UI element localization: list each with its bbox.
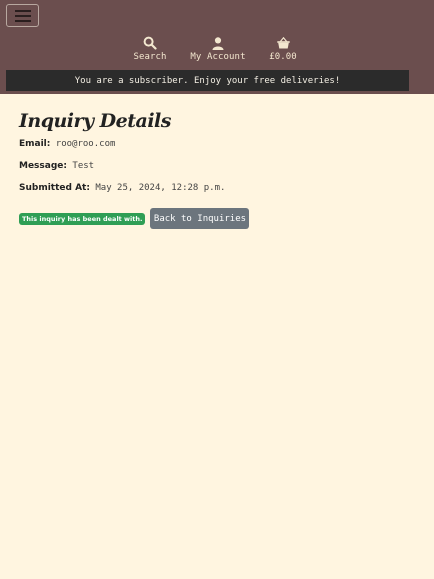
nav-account-link[interactable]: My Account (188, 36, 248, 62)
nav-bag-total: £0.00 (269, 52, 297, 62)
message-label: Message: (19, 161, 67, 171)
submitted-value: May 25, 2024, 12:28 p.m. (95, 183, 226, 193)
subscriber-banner-text: You are a subscriber. Enjoy your free de… (74, 75, 341, 86)
submitted-row: Submitted At: May 25, 2024, 12:28 p.m. (19, 182, 419, 194)
inquiry-details: Inquiry Details Email: roo@roo.com Messa… (19, 110, 419, 194)
inquiry-actions: This inquiry has been dealt with. Back t… (19, 208, 250, 229)
submitted-label: Submitted At: (19, 183, 90, 193)
nav-icons: Search My Account £0.00 (0, 36, 434, 66)
subscriber-banner: You are a subscriber. Enjoy your free de… (6, 70, 409, 91)
top-navbar: Search My Account £0.00 You are a subscr… (0, 0, 434, 94)
menu-icon-bar (14, 19, 31, 22)
nav-search-label: Search (133, 52, 167, 62)
user-icon (188, 36, 248, 50)
shopping-basket-icon (266, 36, 300, 50)
nav-bag-link[interactable]: £0.00 (266, 36, 300, 62)
status-badge: This inquiry has been dealt with. (19, 212, 146, 225)
message-value: Test (72, 161, 95, 171)
menu-toggle-button[interactable] (6, 4, 39, 27)
search-icon (128, 36, 172, 50)
menu-icon-bar (14, 9, 31, 12)
back-to-inquiries-button[interactable]: Back to Inquiries (150, 208, 250, 229)
nav-search-link[interactable]: Search (128, 36, 172, 62)
email-label: Email: (19, 139, 51, 149)
menu-icon-bar (14, 14, 31, 17)
email-value: roo@roo.com (55, 139, 116, 149)
nav-account-label: My Account (190, 52, 246, 62)
email-row: Email: roo@roo.com (19, 138, 419, 150)
message-row: Message: Test (19, 160, 419, 172)
page-title: Inquiry Details (19, 110, 171, 132)
